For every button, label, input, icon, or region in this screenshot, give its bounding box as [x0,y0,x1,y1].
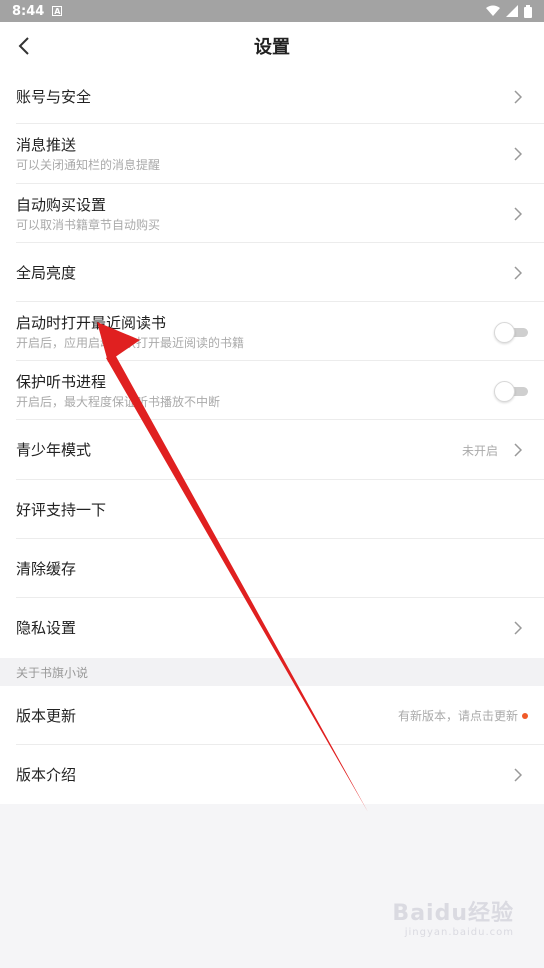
battery-icon [524,4,532,18]
setting-teen-mode[interactable]: 青少年模式 未开启 [0,420,544,480]
setting-auto-purchase[interactable]: 自动购买设置 可以取消书籍章节自动购买 [0,184,544,243]
row-label: 保护听书进程 [16,372,107,391]
chevron-right-icon [512,88,524,106]
update-hint: 有新版本，请点击更新 [397,709,518,723]
update-dot-icon [522,712,528,719]
notification-icon: A [52,6,63,16]
wifi-icon [486,5,500,16]
header: 设置 [0,22,544,70]
row-label: 消息推送 [16,136,77,154]
chevron-right-icon [512,145,524,163]
about-list: 版本更新 有新版本，请点击更新 版本介绍 [0,686,544,804]
row-label: 版本更新 [16,706,77,725]
teen-mode-status: 未开启 [461,443,498,458]
chevron-right-icon [512,205,524,223]
row-label: 青少年模式 [16,441,92,459]
row-label: 隐私设置 [16,619,77,637]
row-label: 清除缓存 [16,559,77,578]
row-subtitle: 可以关闭通知栏的消息提醒 [16,158,161,172]
chevron-right-icon [512,441,524,459]
row-label: 账号与安全 [16,88,92,106]
back-button[interactable] [12,34,36,58]
chevron-right-icon [512,264,524,282]
watermark-url: jingyan.baidu.com [404,927,514,938]
setting-privacy[interactable]: 隐私设置 [0,598,544,658]
setting-message-push[interactable]: 消息推送 可以关闭通知栏的消息提醒 [0,124,544,184]
row-subtitle: 可以取消书籍章节自动购买 [16,217,161,232]
row-subtitle: 开启后，应用启动默认打开最近阅读的书籍 [16,335,245,350]
setting-version-update[interactable]: 版本更新 有新版本，请点击更新 [0,686,544,745]
setting-global-brightness[interactable]: 全局亮度 [0,243,544,302]
back-arrow-icon [18,37,29,55]
page-title: 设置 [254,37,290,58]
setting-open-recent-book: 启动时打开最近阅读书 开启后，应用启动默认打开最近阅读的书籍 [0,302,544,361]
setting-account-security[interactable]: 账号与安全 [0,70,544,124]
section-header-about: 关于书旗小说 [0,658,544,686]
row-subtitle: 开启后，最大程度保证听书播放不中断 [16,394,221,409]
signal-icon [506,5,518,17]
row-label: 好评支持一下 [16,500,107,519]
row-label: 版本介绍 [16,765,77,784]
setting-version-intro[interactable]: 版本介绍 [0,745,544,804]
row-label: 自动购买设置 [16,195,107,214]
settings-list: 账号与安全 消息推送 可以关闭通知栏的消息提醒 自动购买设置 可以取消书籍章节自… [0,70,544,658]
status-time: 8:44 [12,3,45,19]
chevron-right-icon [512,766,524,784]
row-label: 启动时打开最近阅读书 [16,313,167,332]
status-bar: 8:44 A [0,0,544,22]
setting-clear-cache[interactable]: 清除缓存 [0,539,544,598]
setting-protect-audio: 保护听书进程 开启后，最大程度保证听书播放不中断 [0,361,544,420]
row-label: 全局亮度 [16,263,77,282]
watermark-logo: Baidu经验 jingyan.baidu.com [392,895,514,938]
setting-rate-app[interactable]: 好评支持一下 [0,480,544,539]
watermark-text: Baidu经验 [392,901,514,926]
protect-audio-toggle[interactable] [494,380,528,402]
open-recent-book-toggle[interactable] [494,321,528,343]
chevron-right-icon [512,619,524,637]
